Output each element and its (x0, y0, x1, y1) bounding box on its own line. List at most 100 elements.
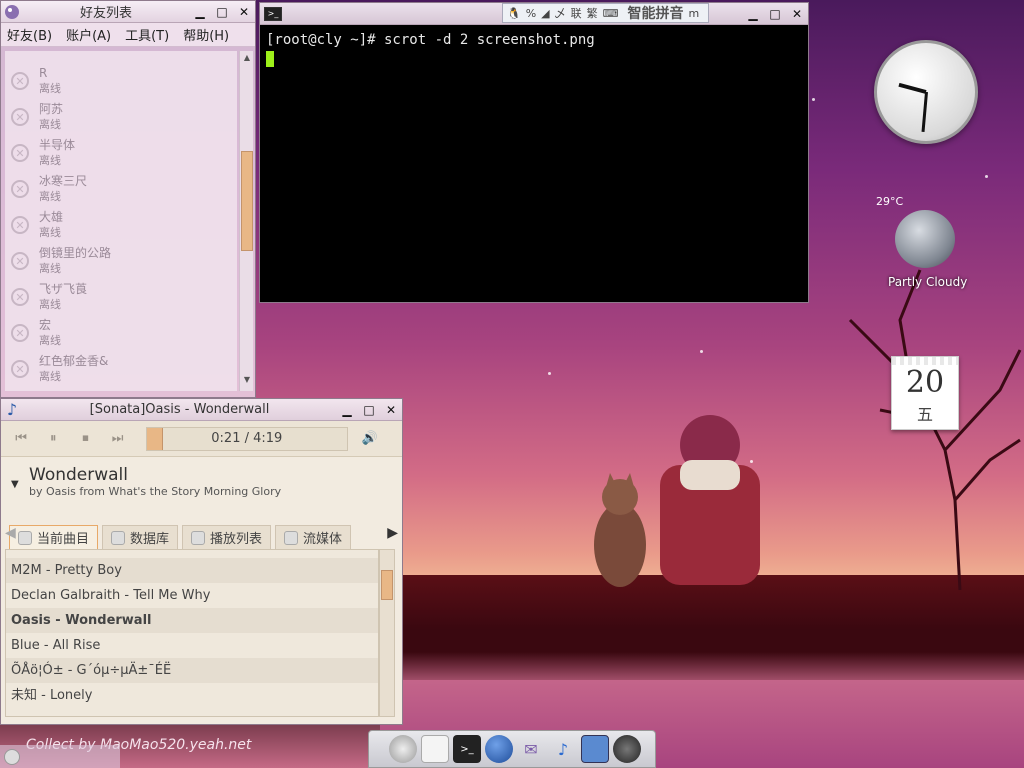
dock: >_ ✉ ♪ (368, 730, 656, 768)
next-track-icon[interactable]: ⏭ (108, 429, 128, 449)
buddy-item[interactable]: ✕ 宏离线 (5, 315, 237, 351)
ime-symbol-icon[interactable]: 乄 (555, 5, 566, 21)
buddy-list-titlebar[interactable]: 好友列表 ▁ □ ✕ (1, 1, 255, 23)
buddy-item[interactable]: ✕ R 离线 (5, 63, 237, 99)
weather-cloud-icon[interactable] (895, 210, 955, 268)
playlist-row[interactable]: Declan Galbraith - Tell Me Why (6, 583, 378, 608)
sonata-titlebar[interactable]: ♪ [Sonata]Oasis - Wonderwall ▁ □ ✕ (1, 399, 402, 421)
weather-temperature: 29°C (876, 195, 904, 208)
clock-widget[interactable] (874, 40, 978, 144)
tray-icon[interactable] (4, 748, 20, 765)
scroll-down-icon[interactable]: ▼ (240, 375, 254, 389)
stream-icon (284, 530, 299, 545)
speaker-icon[interactable] (613, 735, 641, 763)
clock-minute-hand (921, 91, 928, 132)
calendar-day: 20 (905, 365, 945, 400)
playlist-row-playing[interactable]: Oasis - Wonderwall (6, 608, 378, 633)
playlist-row[interactable]: M2M - Pretty Boy (6, 558, 378, 583)
playlist-row[interactable]: Blue - All Rise (6, 633, 378, 658)
tab-streams[interactable]: 流媒体 (275, 525, 352, 549)
volume-icon[interactable]: 🔊 (360, 429, 380, 449)
globe-icon[interactable] (485, 735, 513, 763)
close-button[interactable]: ✕ (233, 2, 255, 22)
wallpaper-star (548, 372, 551, 375)
minimize-button[interactable]: ▁ (336, 400, 358, 420)
buddy-item[interactable]: ✕ 半导体 离线 (5, 135, 237, 171)
ime-traditional-icon[interactable]: 繁 (587, 5, 598, 21)
disc-icon (18, 530, 32, 545)
playback-controls: ⏮ ⏸ ⏹ ⏭ 0:21 / 4:19 🔊 (1, 421, 402, 457)
clock-app-icon[interactable] (389, 735, 417, 763)
ime-fullwidth-icon[interactable]: ◢ (541, 7, 549, 20)
buddy-list-scrollbar[interactable]: ▲ ▼ (239, 51, 253, 391)
playlist-row[interactable]: ÕÅö¦Ó± - G´óµ÷µÄ±¯ÉË (6, 658, 378, 683)
maximize-button[interactable]: □ (358, 400, 380, 420)
track-progress-fill (146, 427, 163, 450)
tab-playlists[interactable]: 播放列表 (182, 525, 272, 549)
expander-arrow-icon[interactable]: ▼ (11, 479, 19, 490)
buddy-status: 离线 (39, 82, 61, 95)
buddy-status: 离线 (39, 190, 61, 203)
ime-toolbar[interactable]: 🐧 % ◢ 乄 联 繁 ⌨ 智能拼音 m (502, 3, 710, 23)
buddy-item[interactable]: ✕ 阿苏 离线 (5, 99, 237, 135)
close-button[interactable]: ✕ (786, 4, 808, 24)
previous-track-icon[interactable]: ⏮ (11, 429, 31, 449)
sonata-player-window: ♪ [Sonata]Oasis - Wonderwall ▁ □ ✕ ⏮ ⏸ ⏹… (0, 398, 403, 725)
blank-app-icon[interactable] (421, 735, 449, 763)
menu-buddies[interactable]: 好友(B) (7, 25, 52, 44)
buddy-item[interactable]: ✕ 倒镜里的公路 离线 (5, 243, 237, 279)
ime-keyboard-icon[interactable]: ⌨ (603, 7, 619, 20)
offline-icon: ✕ (11, 216, 29, 234)
music-icon[interactable]: ♪ (549, 735, 577, 763)
ime-penguin-icon[interactable]: 🐧 (507, 7, 521, 20)
scrollbar-thumb[interactable] (381, 570, 393, 600)
buddy-status: 离线 (39, 370, 61, 383)
pause-icon[interactable]: ⏸ (43, 429, 63, 449)
playlist-row[interactable]: 未知 - Lonely (6, 683, 378, 708)
menu-accounts[interactable]: 账户(A) (66, 25, 111, 44)
buddy-item[interactable]: ✕ 红色郁金香& 离线 (5, 351, 237, 387)
scrollbar-thumb[interactable] (241, 151, 253, 251)
calendar-weekday: 五 (916, 405, 933, 424)
terminal-output[interactable]: [root@cly ~]# scrot -d 2 screenshot.png (260, 25, 808, 78)
weather-description: Partly Cloudy (888, 275, 968, 289)
buddy-status: 离线 (39, 262, 61, 275)
calendar-binding (892, 357, 958, 365)
scroll-up-icon[interactable]: ▲ (240, 53, 254, 67)
stop-icon[interactable]: ⏹ (75, 429, 95, 449)
menu-help[interactable]: 帮助(H) (183, 25, 229, 44)
clock-hour-hand (898, 82, 927, 94)
buddy-item[interactable]: ✕ 大雄 离线 (5, 207, 237, 243)
terminal-icon[interactable]: >_ (453, 735, 481, 763)
ime-punctuation-icon[interactable]: % (526, 7, 536, 20)
menu-tools[interactable]: 工具(T) (125, 25, 169, 44)
tab-current[interactable]: 当前曲目 (9, 525, 99, 549)
song-info: by Oasis from What's the Story Morning G… (29, 485, 282, 498)
offline-icon: ✕ (11, 360, 29, 378)
tab-library[interactable]: 数据库 (102, 525, 179, 549)
minimize-button[interactable]: ▁ (189, 2, 211, 22)
now-playing: ▼ Wonderwall by Oasis from What's the St… (1, 457, 402, 527)
maximize-button[interactable]: □ (764, 4, 786, 24)
calendar-widget[interactable]: 20 五 (891, 356, 959, 430)
pidgin-icon (1, 1, 23, 23)
track-progress-bar[interactable]: 0:21 / 4:19 (145, 426, 348, 451)
playlist-scrollbar[interactable] (379, 549, 395, 717)
maximize-button[interactable]: □ (211, 2, 233, 22)
buddy-status: 离线 (39, 154, 61, 167)
image-viewer-icon[interactable] (581, 735, 609, 763)
close-button[interactable]: ✕ (380, 400, 402, 420)
terminal-command-line: [root@cly ~]# scrot -d 2 screenshot.png (266, 32, 595, 48)
song-title: Wonderwall (29, 465, 128, 485)
minimize-button[interactable]: ▁ (742, 4, 764, 24)
bottom-left-tray[interactable] (0, 745, 120, 768)
terminal-titlebar[interactable]: >_ 🐧 % ◢ 乄 联 繁 ⌨ 智能拼音 m ▁ □ ✕ (260, 3, 808, 25)
terminal-window: >_ 🐧 % ◢ 乄 联 繁 ⌨ 智能拼音 m ▁ □ ✕ [root@cly … (259, 2, 809, 303)
ime-association-icon[interactable]: 联 (571, 5, 582, 21)
buddy-list-title: 好友列表 (79, 6, 132, 21)
chat-icon[interactable]: ✉ (517, 735, 545, 763)
buddy-item[interactable]: ✕ 冰寒三尺 离线 (5, 171, 237, 207)
buddy-name: 飞ザ飞莨 (39, 282, 88, 296)
sonata-title: [Sonata]Oasis - Wonderwall (89, 402, 270, 417)
buddy-item[interactable]: ✕ 飞ザ飞莨 离线 (5, 279, 237, 315)
